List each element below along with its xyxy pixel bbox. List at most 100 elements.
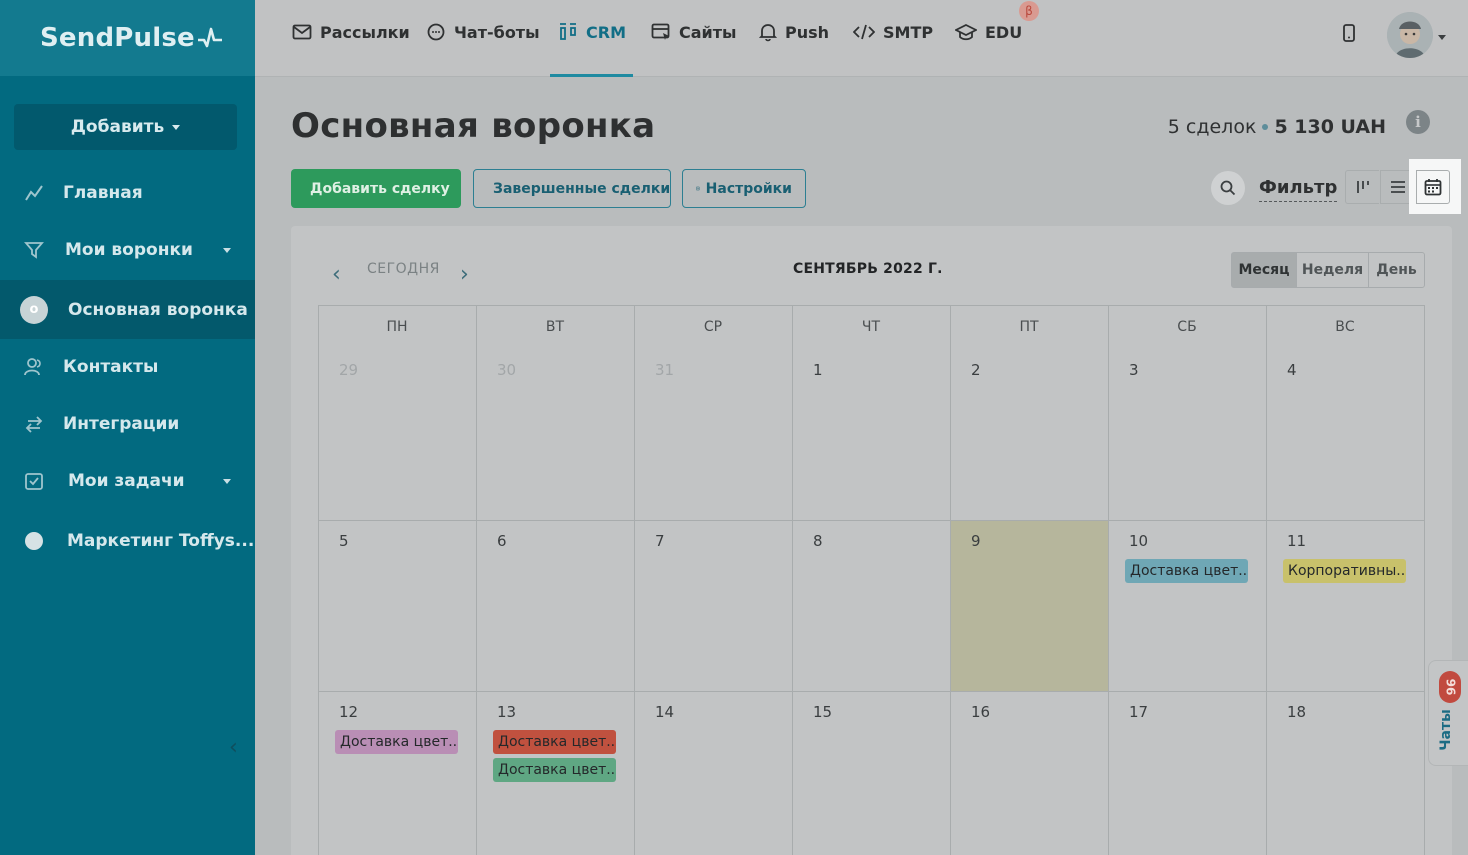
mobile-phone-icon[interactable] — [1342, 24, 1356, 42]
code-icon — [853, 24, 875, 40]
day-number[interactable]: 15 — [813, 703, 832, 721]
calendar-event[interactable]: Доставка цвет... — [493, 758, 616, 782]
collapse-sidebar-icon[interactable]: ‹ — [229, 737, 245, 759]
sidebar-item-label: Маркетинг Toffys... — [67, 531, 255, 551]
day-number[interactable]: 11 — [1287, 532, 1306, 550]
chevron-down-icon — [223, 247, 231, 253]
weekday-header: ВС — [1335, 319, 1355, 335]
kanban-view-button[interactable] — [1345, 170, 1379, 204]
settings-label: Настройки — [705, 180, 792, 197]
calendar-event[interactable]: Доставка цвет... — [493, 730, 616, 754]
calendar-view-button[interactable] — [1416, 170, 1450, 204]
topnav-item-label: SMTP — [883, 22, 934, 42]
calendar-event[interactable]: Доставка цвет... — [1125, 559, 1248, 583]
finished-deals-button[interactable]: Завершенные сделки — [473, 169, 671, 208]
topnav-item-push[interactable]: Push — [759, 0, 829, 64]
day-number[interactable]: 17 — [1129, 703, 1148, 721]
topnav-item-label: Сайты — [679, 22, 737, 42]
chevron-left-icon[interactable]: ‹ — [332, 262, 341, 287]
chevron-down-icon — [223, 478, 231, 484]
day-number[interactable]: 6 — [497, 532, 507, 550]
chevron-down-icon — [172, 124, 181, 130]
checkbox-icon — [23, 470, 45, 492]
day-number[interactable]: 5 — [339, 532, 349, 550]
day-number[interactable]: 8 — [813, 532, 823, 550]
sidebar-item-tasks[interactable]: Мои задачи — [0, 453, 255, 509]
sidebar-item-marketing[interactable]: Маркетинг Toffys... — [0, 513, 255, 569]
user-avatar[interactable] — [1387, 12, 1433, 58]
day-number[interactable]: 9 — [971, 532, 981, 550]
chats-label[interactable]: Чаты — [1438, 709, 1454, 751]
day-number[interactable]: 1 — [813, 361, 823, 379]
topnav-item-crm[interactable]: CRM — [558, 0, 626, 64]
sidebar-item-label: Контакты — [63, 357, 159, 377]
deals-count: 5 сделок — [1167, 116, 1257, 138]
day-number[interactable]: 12 — [339, 703, 358, 721]
grid-line-vertical — [1424, 305, 1425, 855]
logo-text: SendPulse — [40, 23, 195, 53]
chats-count-badge: 96 — [1439, 671, 1461, 703]
weekday-header: ВТ — [545, 319, 565, 335]
sendpulse-logo[interactable]: SendPulse — [40, 23, 223, 53]
sidebar-item-integrations[interactable]: Интеграции — [0, 396, 255, 452]
mail-icon — [292, 24, 312, 40]
day-number[interactable]: 18 — [1287, 703, 1306, 721]
chat-icon — [427, 23, 445, 41]
sidebar-item-funnels[interactable]: Мои воронки — [0, 222, 255, 278]
beta-badge: β — [1019, 1, 1039, 21]
day-number[interactable]: 2 — [971, 361, 981, 379]
calendar-event[interactable]: Доставка цвет... — [335, 730, 458, 754]
sidebar-item-main-funnel[interactable]: o Основная воронка — [0, 280, 255, 339]
day-number[interactable]: 31 — [655, 361, 674, 379]
day-number[interactable]: 10 — [1129, 532, 1148, 550]
calendar-month-label: СЕНТЯБРЬ 2022 Г. — [793, 261, 943, 277]
search-button[interactable] — [1211, 171, 1245, 205]
day-number[interactable]: 3 — [1129, 361, 1139, 379]
grid-line-vertical — [1108, 305, 1109, 855]
list-icon — [1390, 181, 1405, 193]
grid-line-vertical — [1266, 305, 1267, 855]
weekday-header: СБ — [1177, 319, 1197, 335]
bell-icon — [759, 24, 777, 42]
day-number[interactable]: 4 — [1287, 361, 1297, 379]
sidebar-item-label: Основная воронка — [68, 299, 248, 320]
topnav-item-sites[interactable]: Сайты — [651, 0, 737, 64]
settings-button[interactable]: Настройки — [682, 169, 806, 208]
view-day-button[interactable]: День — [1368, 252, 1425, 288]
view-month-button[interactable]: Месяц — [1231, 252, 1297, 288]
calendar-event[interactable]: Корпоративны... — [1283, 559, 1406, 583]
add-deal-button[interactable]: Добавить сделку — [291, 169, 461, 208]
topnav-item-smtp[interactable]: SMTP — [853, 0, 933, 64]
sidebar-item-label: Интеграции — [63, 414, 180, 434]
project-dot-icon — [25, 532, 43, 550]
topnav-item-label: Рассылки — [320, 22, 410, 42]
day-number[interactable]: 30 — [497, 361, 516, 379]
sidebar-item-home[interactable]: Главная — [0, 165, 255, 221]
sidebar-item-contacts[interactable]: Контакты — [0, 339, 255, 395]
grid-line-vertical — [950, 305, 951, 855]
day-number[interactable]: 13 — [497, 703, 516, 721]
day-number[interactable]: 16 — [971, 703, 990, 721]
grid-line-vertical — [792, 305, 793, 855]
view-week-button[interactable]: Неделя — [1296, 252, 1369, 288]
day-number[interactable]: 7 — [655, 532, 665, 550]
topnav-item-edu[interactable]: EDU — [955, 0, 1022, 64]
add-button[interactable]: Добавить — [14, 104, 237, 150]
search-icon — [1220, 180, 1236, 196]
filter-toggle[interactable]: Фильтр — [1259, 177, 1338, 202]
day-number[interactable]: 29 — [339, 361, 358, 379]
pulse-icon — [197, 27, 222, 48]
contacts-icon — [23, 356, 45, 378]
chevron-down-icon[interactable] — [1438, 35, 1446, 40]
info-icon[interactable]: i — [1406, 110, 1430, 134]
day-number[interactable]: 14 — [655, 703, 674, 721]
chevron-right-icon[interactable]: › — [460, 262, 469, 287]
topnav-item-mailings[interactable]: Рассылки — [292, 0, 410, 64]
kanban-icon — [1356, 181, 1369, 193]
weekday-header: ПН — [386, 319, 408, 335]
deals-summary: 5 сделок 5 130 UAH — [1168, 116, 1386, 138]
today-button[interactable]: СЕГОДНЯ — [367, 261, 440, 277]
add-deal-label: Добавить сделку — [310, 180, 450, 197]
sidebar-item-label: Мои задачи — [68, 471, 185, 491]
topnav-item-chatbots[interactable]: Чат-боты — [426, 0, 540, 64]
